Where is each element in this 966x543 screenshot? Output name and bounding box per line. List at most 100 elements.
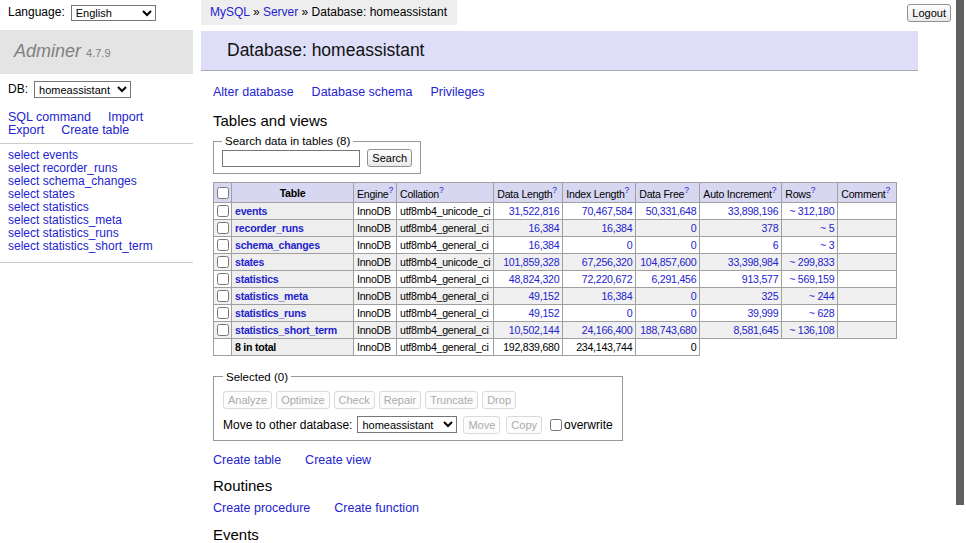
row-checkbox[interactable]	[217, 205, 229, 217]
table-link-statistics_short_term[interactable]: statistics_short_term	[235, 324, 337, 336]
nav-alter-database[interactable]: Alter database	[213, 85, 294, 99]
cell-data-length-link[interactable]: 31,522,816	[509, 205, 560, 217]
cell-data-length-link[interactable]: 101,859,328	[503, 256, 559, 268]
cell-auto-increment-link[interactable]: 33,898,196	[728, 205, 779, 217]
breadcrumb-link-mysql[interactable]: MySQL	[210, 5, 250, 19]
cell-index-length-link[interactable]: 16,384	[601, 222, 632, 234]
help-icon[interactable]: ?	[772, 185, 776, 195]
row-checkbox[interactable]	[217, 307, 229, 319]
table-link-statistics_runs[interactable]: statistics_runs	[235, 307, 306, 319]
help-icon[interactable]: ?	[886, 185, 890, 195]
create-view-link[interactable]: Create view	[305, 453, 371, 467]
cell-rows-link[interactable]: ~ 3	[820, 239, 834, 251]
cell-index-length-link[interactable]: 70,467,584	[582, 205, 633, 217]
search-fieldset: Search data in tables (8) Search	[213, 135, 421, 174]
cell-rows: ~ 312,180	[782, 202, 838, 219]
optimize-button[interactable]: Optimize	[276, 391, 329, 409]
cell-data-free-link[interactable]: 6,291,456	[651, 273, 696, 285]
move-database-select[interactable]: homeassistant	[357, 416, 457, 433]
cell-data-free-link[interactable]: 0	[691, 222, 697, 234]
overwrite-checkbox[interactable]	[550, 419, 562, 431]
nav-database-schema[interactable]: Database schema	[312, 85, 413, 99]
help-icon[interactable]: ?	[439, 185, 443, 195]
cell-index-length-link[interactable]: 24,166,400	[582, 324, 633, 336]
nav-privileges[interactable]: Privileges	[430, 85, 484, 99]
create-procedure-link[interactable]: Create procedure	[213, 501, 310, 515]
help-icon[interactable]: ?	[811, 185, 815, 195]
cell-data-length-link[interactable]: 48,824,320	[509, 273, 560, 285]
table-link-statistics[interactable]: statistics	[235, 273, 278, 285]
search-input[interactable]	[222, 150, 360, 167]
repair-button[interactable]: Repair	[379, 391, 421, 409]
help-icon[interactable]: ?	[389, 185, 393, 195]
move-button[interactable]: Move	[463, 416, 500, 434]
cell-data-length-link[interactable]: 49,152	[528, 290, 559, 302]
cell-data-free-link[interactable]: 188,743,680	[640, 324, 696, 336]
cell-rows-link[interactable]: ~ 299,833	[789, 256, 834, 268]
cell-collation: utf8mb4_unicode_ci	[397, 253, 494, 270]
db-select[interactable]: homeassistant	[34, 81, 131, 98]
sidebar-link-import[interactable]: Import	[108, 110, 143, 124]
cell-data-length-link[interactable]: 16,384	[528, 222, 559, 234]
analyze-button[interactable]: Analyze	[223, 391, 272, 409]
cell-data-free-link[interactable]: 0	[691, 290, 697, 302]
cell-index-length-link[interactable]: 0	[627, 239, 633, 251]
help-icon[interactable]: ?	[552, 185, 556, 195]
row-checkbox[interactable]	[217, 324, 229, 336]
table-link-schema_changes[interactable]: schema_changes	[235, 239, 320, 251]
cell-data-free-link[interactable]: 0	[691, 239, 697, 251]
cell-auto-increment-link[interactable]: 6	[773, 239, 779, 251]
create-function-link[interactable]: Create function	[334, 501, 419, 515]
sidebar-link-sql-command[interactable]: SQL command	[8, 110, 91, 124]
cell-data-length-link[interactable]: 16,384	[528, 239, 559, 251]
cell-data-free-link[interactable]: 50,331,648	[646, 205, 697, 217]
search-button[interactable]: Search	[367, 149, 412, 167]
row-checkbox[interactable]	[217, 273, 229, 285]
table-link-events[interactable]: events	[235, 205, 267, 217]
cell-index-length-link[interactable]: 16,384	[601, 290, 632, 302]
cell-rows-link[interactable]: ~ 5	[820, 222, 834, 234]
cell-auto-increment-link[interactable]: 39,999	[747, 307, 778, 319]
row-checkbox[interactable]	[217, 222, 229, 234]
cell-data-length-link[interactable]: 49,152	[528, 307, 559, 319]
table-link-states[interactable]: states	[235, 256, 264, 268]
table-link-statistics_meta[interactable]: statistics_meta	[235, 290, 308, 302]
sidebar-link-create-table[interactable]: Create table	[61, 123, 129, 137]
cell-data-length-link[interactable]: 10,502,144	[509, 324, 560, 336]
cell-index-length-link[interactable]: 0	[627, 307, 633, 319]
breadcrumb-link-server[interactable]: Server	[263, 5, 298, 19]
cell-data-free-link[interactable]: 0	[691, 307, 697, 319]
cell-auto-increment-link[interactable]: 378	[761, 222, 778, 234]
sidebar-select-statistics_short_term[interactable]: select statistics_short_term	[8, 240, 185, 253]
cell-rows-link[interactable]: ~ 136,108	[789, 324, 834, 336]
help-icon[interactable]: ?	[625, 185, 629, 195]
table-link-recorder_runs[interactable]: recorder_runs	[235, 222, 304, 234]
cell-data-free-link[interactable]: 104,857,600	[640, 256, 696, 268]
cell-auto-increment-link[interactable]: 8,581,645	[733, 324, 778, 336]
copy-button[interactable]: Copy	[506, 416, 542, 434]
help-icon[interactable]: ?	[684, 185, 688, 195]
cell-auto-increment-link[interactable]: 325	[761, 290, 778, 302]
cell-auto-increment-link[interactable]: 913,577	[742, 273, 779, 285]
cell-auto-increment-link[interactable]: 33,398,984	[728, 256, 779, 268]
cell-rows-link[interactable]: ~ 244	[809, 290, 835, 302]
cell-rows-link[interactable]: ~ 569,159	[789, 273, 834, 285]
select-all-checkbox[interactable]	[217, 187, 229, 199]
drop-button[interactable]: Drop	[482, 391, 516, 409]
cell-index-length-link[interactable]: 72,220,672	[582, 273, 633, 285]
cell-rows-link[interactable]: ~ 312,180	[789, 205, 834, 217]
language-select[interactable]: English	[71, 5, 156, 21]
create-table-link[interactable]: Create table	[213, 453, 281, 467]
logout-button[interactable]: Logout	[907, 4, 951, 22]
truncate-button[interactable]: Truncate	[425, 391, 478, 409]
sidebar-link-export[interactable]: Export	[8, 123, 44, 137]
column-header-label: Rows	[785, 188, 811, 200]
cell-index-length: 72,220,672	[563, 270, 636, 287]
check-button[interactable]: Check	[334, 391, 375, 409]
vertical-scrollbar[interactable]	[956, 0, 964, 505]
row-checkbox[interactable]	[217, 290, 229, 302]
cell-rows-link[interactable]: ~ 628	[809, 307, 835, 319]
row-checkbox[interactable]	[217, 256, 229, 268]
cell-index-length-link[interactable]: 67,256,320	[582, 256, 633, 268]
row-checkbox[interactable]	[217, 239, 229, 251]
